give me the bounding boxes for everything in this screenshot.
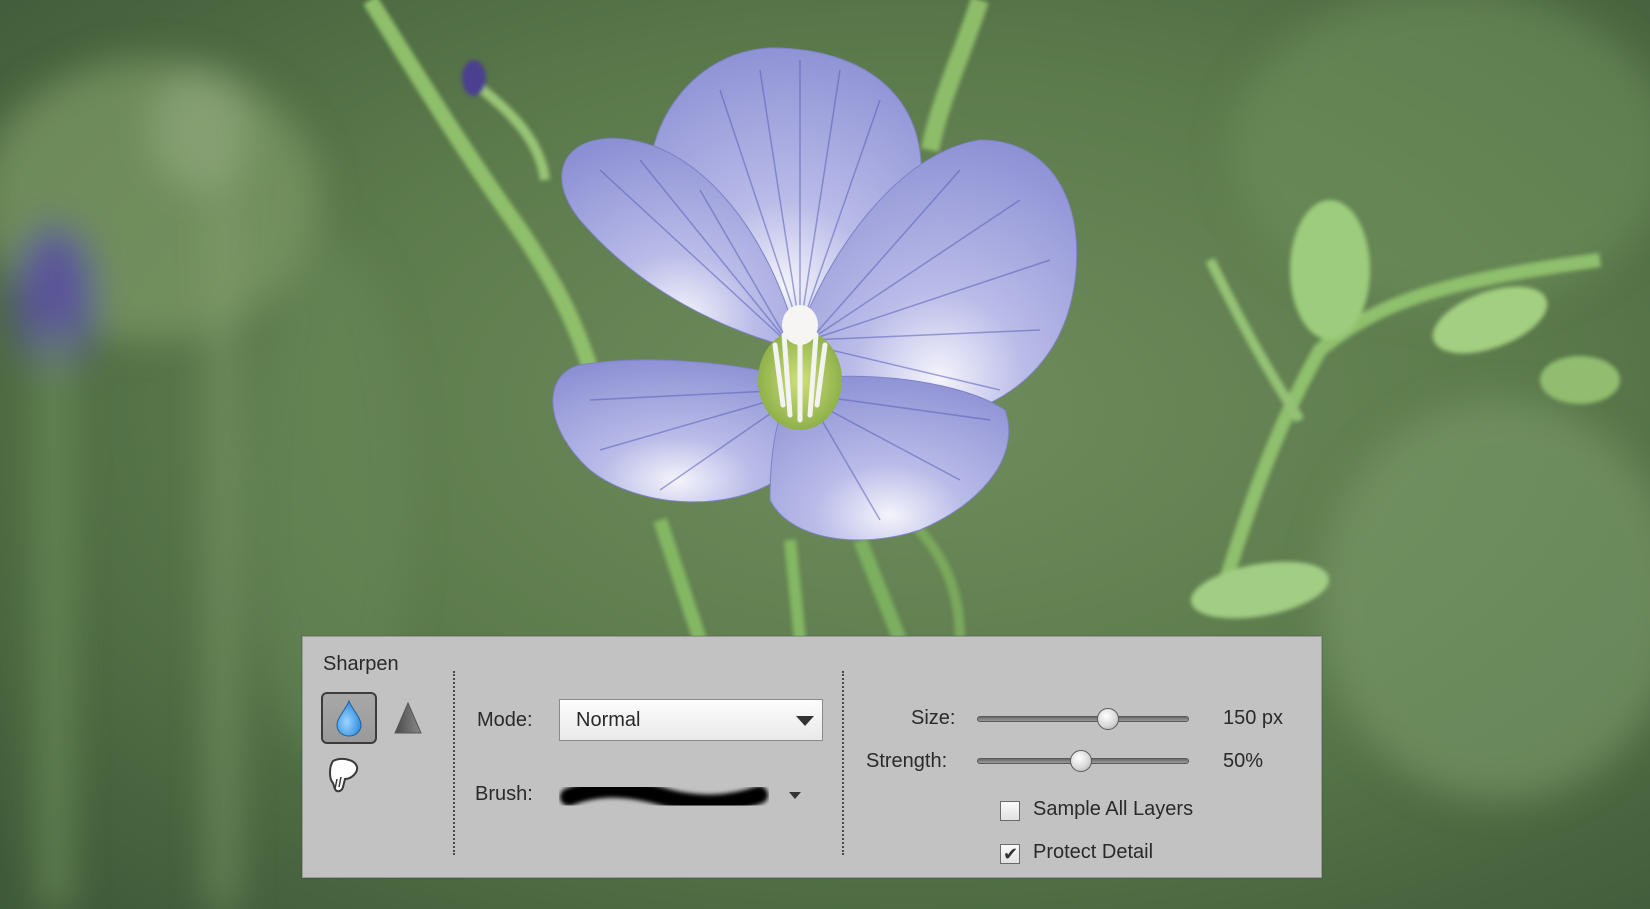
brush-preview[interactable] xyxy=(559,767,769,821)
tool-options-panel: Sharpen Mode: Normal Brush: Size: 150 px… xyxy=(302,636,1322,878)
sample-all-layers-label: Sample All Layers xyxy=(1033,798,1194,820)
mode-value: Normal xyxy=(576,709,641,731)
strength-value: 50% xyxy=(1223,750,1264,772)
size-slider[interactable] xyxy=(977,716,1189,722)
checkmark-icon: ✔ xyxy=(1003,844,1019,864)
size-slider-thumb[interactable] xyxy=(1097,708,1120,730)
panel-divider-left xyxy=(453,671,455,855)
tool-name-label: Sharpen xyxy=(323,653,399,675)
protect-detail-checkbox[interactable]: ✔ xyxy=(1000,844,1020,864)
sharpen-icon[interactable] xyxy=(393,701,423,735)
brush-dropdown-icon[interactable] xyxy=(789,792,801,799)
size-label: Size: xyxy=(911,707,956,729)
blur-icon xyxy=(336,699,362,737)
strength-slider-thumb[interactable] xyxy=(1069,750,1092,772)
sample-all-layers-checkbox[interactable] xyxy=(1000,801,1020,821)
panel-divider-right xyxy=(842,671,844,855)
brush-label: Brush: xyxy=(475,783,533,805)
size-value: 150 px xyxy=(1223,707,1284,729)
mode-label: Mode: xyxy=(477,709,533,731)
mode-select[interactable]: Normal xyxy=(559,699,823,741)
strength-label: Strength: xyxy=(866,750,948,772)
protect-detail-label: Protect Detail xyxy=(1033,841,1154,863)
smudge-icon[interactable] xyxy=(325,753,361,797)
chevron-down-icon xyxy=(796,716,814,726)
blur-tool-button[interactable] xyxy=(321,692,377,744)
